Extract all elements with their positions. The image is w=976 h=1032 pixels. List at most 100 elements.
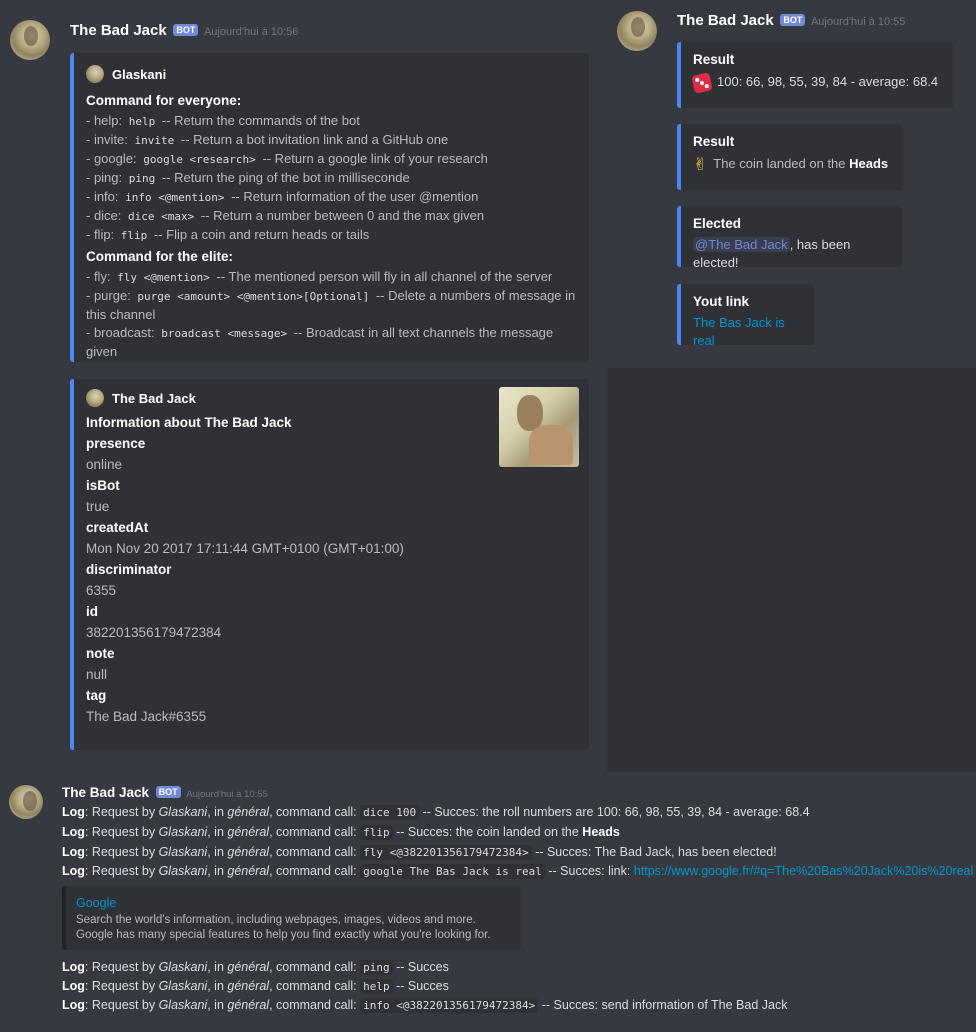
bot-badge: BOT [173,24,199,36]
log-in: , in [207,960,228,974]
embed-description: @The Bad Jack, has been elected! [693,236,890,272]
log-channel[interactable]: général [227,960,269,974]
log-result: -- Succes: send information of The Bad J… [538,998,788,1012]
log-command-call: , command call: [269,960,361,974]
field-value: 6355 [86,583,117,598]
user-mention[interactable]: @The Bad Jack [693,237,790,252]
command-line: - invite: invite -- Return a bot invitat… [86,131,577,150]
log-user: Glaskani [158,979,208,993]
timestamp: Aujourd'hui à 10:55 [810,16,906,28]
link-result-embed: Yout link The Bas Jack is real [677,284,814,348]
command-syntax: broadcast <message> [158,326,291,341]
command-name: - purge: [86,288,135,303]
avatar[interactable] [9,785,43,819]
command-description: -- Return information of the user @menti… [227,189,479,204]
command-description: -- Return a google link of your research [258,151,488,166]
avatar[interactable] [10,20,50,60]
command-name: - invite: [86,132,132,147]
embed-title: Yout link [693,294,749,309]
log-channel[interactable]: général [227,998,269,1012]
log-command: ping [360,960,393,975]
command-syntax: ping [125,171,159,186]
command-syntax: flip [117,228,151,243]
message-header: The Bad Jack BOT Aujourd'hui à 10:55 [62,785,268,800]
log-line: Log: Request by Glaskani, in général, co… [62,864,973,879]
dice-result-text: 100: 66, 98, 55, 39, 84 - average: 68.4 [717,74,939,89]
command-syntax: info <@mention> [122,190,228,205]
coin-result-text: The coin landed on the [713,156,850,171]
command-line: - purge: purge <amount> <@mention>[Optio… [86,287,577,324]
log-line: Log: Request by Glaskani, in général, co… [62,979,449,994]
log-result-link[interactable]: https://www.google.fr/#q=The%20Bas%20Jac… [634,864,973,878]
command-name: - flip: [86,227,118,242]
field-value: The Bad Jack#6355 [86,709,207,724]
result-link[interactable]: The Bas Jack is real [693,315,785,348]
log-label: Log [62,864,85,878]
message-header: The Bad Jack BOT Aujourd'hui à 10:55 [677,12,905,29]
log-in: , in [207,998,228,1012]
command-line: - dice: dice <max> -- Return a number be… [86,207,577,226]
bot-badge: BOT [155,786,181,798]
log-result: -- Succes: The Bad Jack, has been electe… [531,845,777,859]
log-channel[interactable]: général [227,979,269,993]
log-result-bold: Heads [582,825,620,839]
command-line: - fly: fly <@mention> -- The mentioned p… [86,268,577,287]
info-fields: presence online isBot true createdAt Mon Nov … [86,436,577,724]
username[interactable]: The Bad Jack [70,22,167,39]
username[interactable]: The Bad Jack [62,785,149,800]
avatar[interactable] [617,11,657,51]
google-link-embed: Google Search the world's information, i… [62,886,521,950]
field-value: true [86,499,110,514]
field-name: tag [86,688,107,703]
command-syntax: google <research> [140,152,259,167]
timestamp: Aujourd'hui à 10:56 [203,26,299,38]
embed-title: Result [693,52,735,67]
link-embed-description: Search the world's information, includin… [76,914,491,941]
log-request-by: : Request by [84,864,159,878]
log-command: info <@382201356179472384> [360,998,539,1013]
command-name: - ping: [86,170,126,185]
log-in: , in [207,805,228,819]
log-in: , in [207,845,228,859]
command-syntax: invite [131,133,178,148]
link-embed-title[interactable]: Google [76,896,511,910]
embed-description: The Bas Jack is real [693,314,802,350]
help-embed: Glaskani Command for everyone: - help: h… [70,53,589,362]
embed-title: Elected [693,216,742,231]
command-line: - info: info <@mention> -- Return inform… [86,188,577,207]
command-name: - fly: [86,269,115,284]
log-channel[interactable]: général [227,845,269,859]
log-line: Log: Request by Glaskani, in général, co… [62,805,810,820]
log-request-by: : Request by [84,805,159,819]
log-result: -- Succes [392,960,449,974]
log-command-call: , command call: [269,979,361,993]
log-command-call: , command call: [269,825,361,839]
log-channel[interactable]: général [227,805,269,819]
command-description: -- Return a number between 0 and the max… [197,208,485,223]
command-line: - flip: flip -- Flip a coin and return h… [86,226,577,245]
command-name: - dice: [86,208,126,223]
log-label: Log [62,998,85,1012]
log-label: Log [62,825,85,839]
command-name: - help: [86,113,126,128]
command-description: -- Return the commands of the bot [158,113,360,128]
log-label: Log [62,805,85,819]
command-syntax: fly <@mention> [114,270,213,285]
coin-result-bold: Heads [849,156,889,171]
log-channel[interactable]: général [227,825,269,839]
coin-result-embed: Result ✌ The coin landed on the Heads [677,124,903,190]
crossed-fingers-icon: ✌ [693,154,708,174]
field-value: null [86,667,108,682]
command-line: - ping: ping -- Return the ping of the b… [86,169,577,188]
log-in: , in [207,825,228,839]
command-line: - help: help -- Return the commands of t… [86,112,577,131]
command-line: - broadcast: broadcast <message> -- Broa… [86,324,577,361]
username[interactable]: The Bad Jack [677,12,774,29]
dice-result-embed: Result 100: 66, 98, 55, 39, 84 - average… [677,42,953,108]
log-in: , in [207,979,228,993]
log-label: Log [62,979,85,993]
log-channel[interactable]: général [227,864,269,878]
section-title-everyone: Command for everyone: [86,93,242,108]
field-name: id [86,604,98,619]
user-thumbnail[interactable] [499,387,579,467]
